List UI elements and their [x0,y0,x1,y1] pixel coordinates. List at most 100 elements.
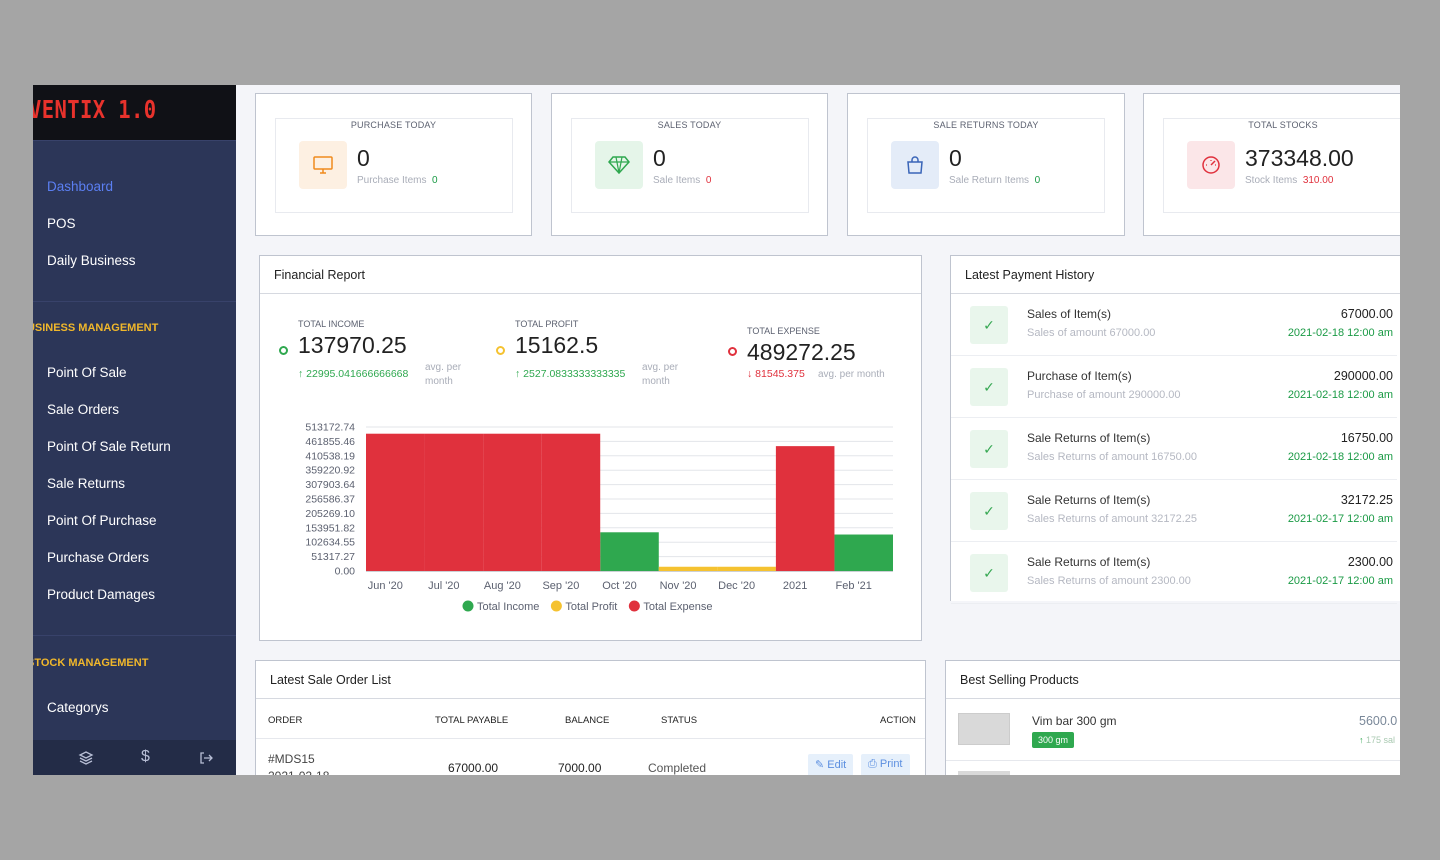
payment-history-card: Latest Payment History ✓ Sales of Item(s)… [950,255,1400,604]
sidebar-footer: $ [33,740,236,775]
printer-icon: ⎙ [868,758,877,770]
payment-amount: 67000.00 [1340,307,1393,321]
payment-sub: Purchase of amount 290000.00 [1027,389,1181,401]
income-dot [279,346,288,355]
payment-title: Sales of Item(s) [1027,307,1112,321]
sidebar-item-point-of-purchase[interactable]: Point Of Purchase [47,513,157,528]
financial-report-card: Financial Report TOTAL INCOME 137970.25 … [259,255,922,641]
payment-amount: 2300.00 [1347,555,1393,569]
expense-value: 489272.25 [747,339,856,365]
edit-button[interactable]: ✎ Edit [808,754,854,775]
check-icon: ✓ [970,492,1008,530]
x-tick-label: Nov '20 [660,580,697,592]
order-balance: 7000.00 [558,761,602,775]
sale-order-list-title: Latest Sale Order List [256,661,925,699]
sidebar-item-dashboard[interactable]: Dashboard [47,179,113,194]
y-tick-label: 51317.27 [311,551,355,563]
bar-total-income [600,532,659,571]
product-thumbnail [958,771,1010,775]
sidebar-item-sale-returns[interactable]: Sale Returns [47,476,125,491]
brand-text: VENTIX 1.0 [33,95,157,124]
col-total-payable: TOTAL PAYABLE [435,715,509,726]
x-tick-label: 2021 [783,580,807,592]
stat-title: TOTAL STOCKS [1248,120,1318,130]
brand-logo[interactable]: VENTIX 1.0 [33,85,236,140]
profit-label: TOTAL PROFIT [515,319,579,329]
x-tick-label: Jun '20 [368,580,403,592]
income-value: 137970.25 [298,332,407,358]
x-tick-label: Sep '20 [542,580,579,592]
sidebar-item-point-of-sale[interactable]: Point Of Sale [47,365,127,380]
layers-icon[interactable] [78,750,94,770]
diamond-icon [595,141,643,189]
y-tick-label: 307903.64 [305,479,355,491]
payment-date: 2021-02-18 12:00 am [1287,451,1393,463]
payment-date: 2021-02-18 12:00 am [1287,327,1393,339]
expense-dot [728,347,737,356]
sidebar-item-point-of-sale-return[interactable]: Point Of Sale Return [47,439,171,454]
stat-sub: Stock Items 310.00 [1245,175,1334,186]
product-sold: ↑ 175 sal [1359,735,1396,745]
bar-total-expense [424,433,484,571]
x-tick-label: Aug '20 [484,580,521,592]
order-id[interactable]: #MDS15 [268,752,315,766]
expense-avg: avg. per month [818,369,885,380]
legend-label: Total Income [477,601,539,613]
y-tick-label: 513172.74 [305,422,355,434]
y-tick-label: 256586.37 [305,494,355,506]
pencil-icon: ✎ [815,759,825,771]
y-tick-label: 153951.82 [305,522,355,534]
sidebar-item-categorys[interactable]: Categorys [47,700,109,715]
stat-inner: 373348.00 Stock Items 310.00 [1163,118,1400,213]
stat-inner: 0 Sale Return Items 0 [867,118,1105,213]
col-status: STATUS [661,715,698,726]
expense-label: TOTAL EXPENSE [747,326,820,336]
bar-total-profit [658,566,718,571]
y-tick-label: 461855.46 [305,436,355,448]
stat-value: 373348.00 [1245,145,1354,171]
stat-title: PURCHASE TODAY [350,120,437,130]
payment-sub: Sales Returns of amount 16750.00 [1027,451,1198,463]
profit-change: ↑ 2527.0833333333335 [515,368,626,380]
payment-date: 2021-02-17 12:00 am [1287,513,1393,525]
expense-change: ↓ 81545.375 [747,368,805,380]
col-order: ORDER [268,715,303,726]
income-label: TOTAL INCOME [298,319,365,329]
bar-total-income [834,534,893,571]
sidebar-item-purchase-orders[interactable]: Purchase Orders [47,550,149,565]
stat-value: 0 [949,145,962,171]
sidebar-item-pos[interactable]: POS [47,216,76,231]
section-stock-management: STOCK MANAGEMENT [33,657,149,669]
payment-row: ✓ Sales of Item(s) Sales of amount 67000.0… [951,294,1397,356]
bar-total-expense [541,433,601,571]
payment-title: Sale Returns of Item(s) [1027,555,1151,569]
bar-total-profit [717,566,776,571]
product-badge: 300 gm [1032,732,1075,748]
payment-title: Purchase of Item(s) [1027,369,1132,383]
stat-sub: Sale Items 0 [653,175,712,186]
sidebar-item-daily-business[interactable]: Daily Business [47,253,136,268]
sale-order-list-card: Latest Sale Order List ORDER TOTAL PAYAB… [255,660,926,775]
payment-sub: Sales of amount 67000.00 [1027,327,1156,339]
bar-total-expense [483,433,542,571]
dollar-icon[interactable]: $ [141,748,150,766]
payment-row: ✓ Sale Returns of Item(s) Sales Returns of… [951,480,1397,542]
payment-history-title: Latest Payment History [951,256,1400,294]
stat-sub: Sale Return Items 0 [949,175,1041,186]
order-date: 2021-02-18 [268,769,329,775]
best-selling-title: Best Selling Products [946,661,1400,699]
sidebar-item-sale-orders[interactable]: Sale Orders [47,402,119,417]
shopping-bag-icon [891,141,939,189]
sidebar-item-product-damages[interactable]: Product Damages [47,587,155,602]
stat-value: 0 [653,145,666,171]
profit-avg: avg. per month [642,362,679,387]
profit-dot [496,346,505,355]
income-change: ↑ 22995.041666666668 [298,368,409,380]
payment-row: ✓ Purchase of Item(s) Purchase of amount 2… [951,356,1397,418]
monitor-icon [299,141,347,189]
stat-card-sale-returns-today: 0 Sale Return Items 0 SALE RETURNS TODAY [847,93,1125,236]
logout-icon[interactable] [198,750,214,770]
stat-sub: Purchase Items 0 [357,175,438,186]
print-button[interactable]: ⎙ Print [861,754,910,775]
check-icon: ✓ [970,306,1008,344]
